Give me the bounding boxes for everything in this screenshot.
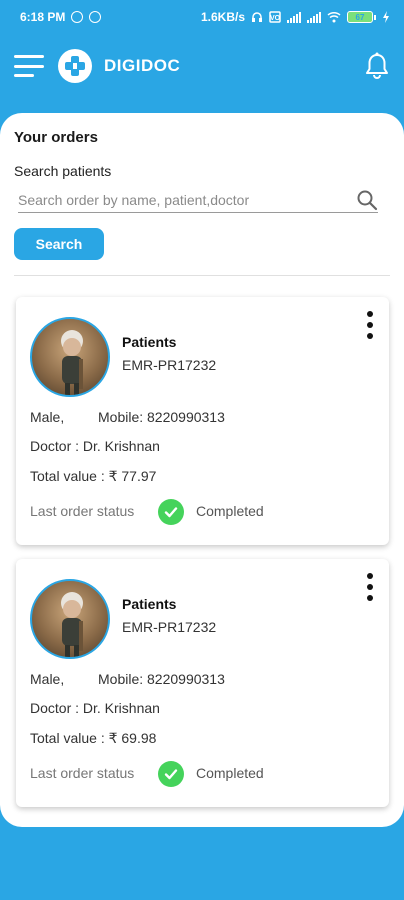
status-badge: Completed	[196, 765, 264, 781]
patient-mobile: Mobile: 8220990313	[98, 671, 225, 687]
battery-level: 67	[347, 11, 373, 23]
app-header: DIGIDOC	[0, 34, 404, 98]
doctor-name: Doctor : Dr. Krishnan	[30, 700, 160, 716]
patient-id: EMR-PR17232	[122, 619, 217, 635]
avatar	[30, 579, 110, 659]
search-icon[interactable]	[356, 189, 378, 211]
notification-icon	[71, 11, 84, 23]
search-field	[18, 187, 378, 213]
headset-icon	[252, 12, 262, 22]
status-bar-left: 6:18 PM	[20, 10, 102, 24]
charging-icon	[383, 11, 389, 23]
total-value: Total value : ₹ 77.97	[30, 468, 157, 484]
more-vert-icon[interactable]	[365, 573, 375, 601]
signal-icon	[287, 11, 301, 23]
menu-icon[interactable]	[14, 55, 44, 77]
search-input[interactable]	[18, 191, 356, 208]
status-bar: 6:18 PM 1.6KB/s VO 67	[0, 0, 404, 34]
check-circle-icon	[158, 499, 184, 525]
notification-icon	[89, 11, 102, 23]
search-button[interactable]: Search	[14, 228, 104, 260]
network-speed: 1.6KB/s	[200, 10, 245, 24]
page-title: Your orders	[14, 129, 98, 146]
patient-gender: Male,	[30, 409, 65, 425]
total-value: Total value : ₹ 69.98	[30, 730, 157, 746]
status-label: Last order status	[30, 765, 135, 781]
wifi-icon	[327, 11, 341, 23]
status-label: Last order status	[30, 503, 135, 519]
patient-gender: Male,	[30, 671, 65, 687]
orders-panel: Your orders Search patients Search Patie…	[0, 113, 404, 827]
doctor-name: Doctor : Dr. Krishnan	[30, 438, 160, 454]
more-vert-icon[interactable]	[365, 311, 375, 339]
avatar	[30, 317, 110, 397]
app-title: DIGIDOC	[104, 56, 181, 75]
logo-icon	[58, 49, 92, 83]
svg-text:VO: VO	[270, 15, 281, 22]
status-badge: Completed	[196, 503, 264, 519]
search-label: Search patients	[14, 163, 112, 179]
order-card[interactable]: Patients EMR-PR17232 Male, Mobile: 82209…	[16, 297, 389, 545]
order-card[interactable]: Patients EMR-PR17232 Male, Mobile: 82209…	[16, 559, 389, 807]
battery-icon: 67	[347, 11, 376, 23]
divider	[14, 275, 390, 276]
patient-id: EMR-PR17232	[122, 357, 217, 373]
check-circle-icon	[158, 761, 184, 787]
status-time: 6:18 PM	[20, 10, 66, 24]
patient-mobile: Mobile: 8220990313	[98, 409, 225, 425]
sim-icon: VO	[269, 11, 281, 23]
status-bar-right: 1.6KB/s VO 67	[201, 10, 390, 24]
patient-name: Patients	[122, 334, 177, 350]
patient-name: Patients	[122, 596, 177, 612]
bell-icon[interactable]	[364, 52, 390, 80]
signal-icon	[307, 11, 321, 23]
